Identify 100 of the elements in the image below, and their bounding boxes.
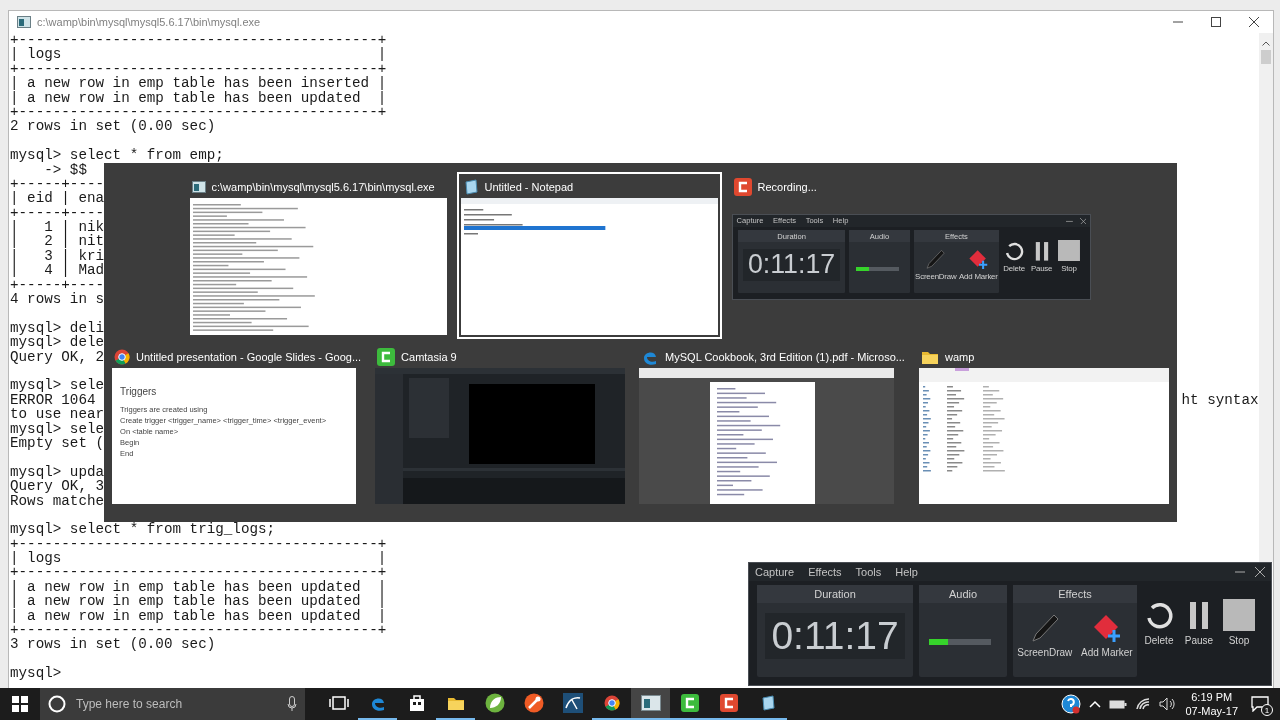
c-logo-icon bbox=[377, 348, 396, 366]
menu-item[interactable]: Capture bbox=[736, 216, 764, 226]
recorder-button[interactable]: Stop bbox=[1058, 239, 1080, 274]
switcher-window[interactable]: MySQL Cookbook, 3rd Edition (1).pdf - Microso... bbox=[635, 342, 909, 508]
wifi-icon bbox=[1135, 697, 1152, 711]
microphone-icon bbox=[287, 696, 297, 712]
chevron-up-icon bbox=[1089, 700, 1102, 708]
c-logo-icon bbox=[680, 694, 699, 712]
console-line: | logs | bbox=[10, 551, 387, 566]
marker-icon bbox=[968, 249, 989, 270]
console-line: 2 rows in set (0.00 sec) bbox=[10, 119, 216, 134]
close-icon bbox=[1248, 17, 1259, 27]
c-logo-icon bbox=[719, 694, 738, 712]
console-line: | a new row in emp table has been updated | bbox=[10, 90, 387, 105]
recorder-button[interactable]: Pause bbox=[1183, 599, 1215, 646]
notepad-icon bbox=[462, 179, 479, 195]
console-line: Query OK, 3 bbox=[10, 479, 105, 494]
console-line: +------------------------------------------+ bbox=[10, 33, 387, 48]
speech-bubble-icon bbox=[1251, 696, 1269, 712]
window-title: MySQL Cookbook, 3rd Edition (1).pdf - Microso... bbox=[665, 351, 905, 363]
recorder-button[interactable]: Stop bbox=[1223, 599, 1255, 646]
windows-icon bbox=[12, 696, 28, 712]
switcher-window[interactable]: wamp bbox=[914, 342, 1173, 508]
console-icon bbox=[640, 695, 661, 711]
window-title: Recording... bbox=[757, 181, 817, 193]
panel-title: Audio bbox=[849, 229, 910, 243]
folder-icon bbox=[920, 349, 939, 365]
menu-item[interactable]: Help bbox=[832, 216, 849, 226]
switcher-window[interactable]: c:\wamp\bin\mysql\mysql5.6.17\bin\mysql.exe bbox=[185, 172, 451, 339]
console-line: | a new row in emp table has been updated | bbox=[10, 594, 387, 609]
menu-item[interactable]: Effects bbox=[773, 216, 796, 226]
scrollbar-thumb[interactable] bbox=[1260, 50, 1271, 64]
panel-title: Effects bbox=[913, 229, 999, 243]
console-line: Rows matche bbox=[10, 493, 105, 508]
clock-time: 6:19 PM bbox=[1191, 690, 1233, 704]
switcher-window[interactable]: Recording... Capture Effects Tools Help Duration 0:11:17 Audio Effects ScreenDraw Add Marker Delete Pause Stop bbox=[727, 172, 1096, 339]
console-line: | 4 | Mad bbox=[10, 263, 105, 278]
console-line: ht syntax bbox=[1181, 392, 1259, 408]
console-line: mysql> select * from trig_logs; bbox=[10, 522, 276, 537]
switcher-window[interactable]: Untitled - Notepad bbox=[456, 172, 722, 339]
console-line: mysql> select * from emp; bbox=[10, 148, 224, 163]
console-line: | a new row in emp table has been updated | bbox=[10, 579, 387, 595]
help-icon bbox=[1061, 694, 1082, 714]
volume-icon bbox=[1159, 697, 1178, 711]
console-line: mysql> sele bbox=[10, 421, 105, 436]
console-line: | 1 | nik bbox=[10, 220, 105, 235]
recorder-button[interactable]: Delete bbox=[1003, 239, 1026, 274]
search-field[interactable]: Type here to search bbox=[74, 696, 279, 712]
menu-item[interactable]: Capture bbox=[755, 566, 795, 578]
effect-tool-button[interactable]: Add Marker bbox=[959, 249, 998, 282]
console-line: +------------------------------------------+ bbox=[10, 536, 387, 552]
battery-icon bbox=[1109, 698, 1128, 710]
panel-title: Effects bbox=[1013, 585, 1137, 603]
menu-item[interactable]: Tools bbox=[805, 216, 824, 226]
console-icon bbox=[17, 16, 31, 28]
menu-item[interactable]: Effects bbox=[808, 566, 842, 578]
window-title: Camtasia 9 bbox=[401, 351, 457, 363]
console-line: mysql> deli bbox=[10, 320, 105, 336]
console-line: Empty set ( bbox=[10, 435, 105, 451]
chrome-icon bbox=[603, 695, 620, 711]
console-line: +------------------------------------------+ bbox=[10, 104, 387, 120]
console-line: | 2 | nit bbox=[10, 234, 105, 249]
search-bar[interactable]: Type here to search bbox=[40, 688, 305, 720]
clock-date: 07-May-17 bbox=[1185, 704, 1238, 718]
console-line: 4 rows in s bbox=[10, 292, 105, 307]
console-line: mysql> upda bbox=[10, 464, 105, 480]
recorder-button[interactable]: Delete bbox=[1143, 599, 1175, 646]
switcher-window[interactable]: Camtasia 9 bbox=[371, 342, 630, 508]
recorder-button[interactable]: Pause bbox=[1030, 239, 1053, 274]
shopping-bag-icon bbox=[407, 694, 426, 712]
notification-count: 1 bbox=[1261, 704, 1273, 716]
console-line: mysql> bbox=[10, 666, 62, 681]
console-line: mysql> dele bbox=[10, 335, 105, 350]
effect-tool-button[interactable]: ScreenDraw bbox=[915, 249, 957, 282]
console-icon bbox=[191, 181, 206, 193]
task-view-icon bbox=[328, 696, 349, 710]
window-title: c:\wamp\bin\mysql\mysql5.6.17\bin\mysql.exe bbox=[37, 16, 261, 28]
menu-item[interactable]: Help bbox=[895, 566, 918, 578]
console-line: +------------------------------------------+ bbox=[10, 61, 387, 77]
maximize-icon bbox=[1210, 17, 1221, 27]
scrollbar[interactable] bbox=[1258, 33, 1273, 562]
panel-title: Duration bbox=[757, 585, 913, 603]
panel-title: Audio bbox=[919, 585, 1007, 603]
effect-tool-button[interactable]: Add Marker bbox=[1081, 613, 1133, 658]
console-line: +------------------------------------------+ bbox=[10, 623, 387, 638]
taskbar-app-button[interactable] bbox=[631, 688, 670, 720]
leaf-icon bbox=[484, 693, 505, 713]
chrome-icon bbox=[114, 349, 131, 365]
folder-icon bbox=[446, 695, 465, 711]
console-line: +------------------------------------------+ bbox=[10, 565, 387, 580]
panel-title: Duration bbox=[738, 229, 846, 243]
stop-icon bbox=[1223, 599, 1255, 631]
notifications-button[interactable]: 1 bbox=[1246, 688, 1274, 720]
console-line: 3 rows in set (0.00 sec) bbox=[10, 637, 216, 652]
chevron-up-icon bbox=[1261, 41, 1270, 46]
effect-tool-button[interactable]: ScreenDraw bbox=[1017, 613, 1073, 658]
window-title: wamp bbox=[944, 351, 975, 363]
stop-icon bbox=[1058, 239, 1080, 262]
menu-item[interactable]: Tools bbox=[855, 566, 882, 578]
window-title: Untitled presentation - Google Slides - Goog... bbox=[136, 351, 362, 363]
